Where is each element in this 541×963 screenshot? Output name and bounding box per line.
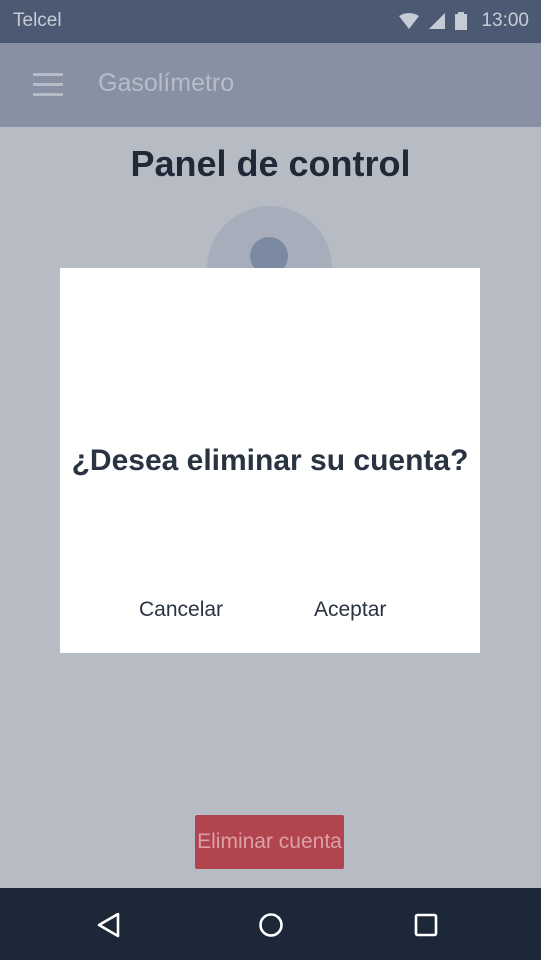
home-icon[interactable] xyxy=(256,910,286,940)
battery-icon xyxy=(455,12,468,30)
signal-icon xyxy=(429,13,446,29)
recents-icon[interactable] xyxy=(411,910,441,940)
cancel-button[interactable]: Cancelar xyxy=(139,598,223,622)
page-title: Panel de control xyxy=(130,143,411,184)
navigation-bar xyxy=(0,888,541,960)
status-icons: 13:00 xyxy=(399,8,529,34)
hamburger-menu-icon[interactable] xyxy=(33,73,63,97)
status-time: 13:00 xyxy=(481,10,529,31)
carrier-label: Telcel xyxy=(13,10,62,31)
app-bar: Gasolímetro xyxy=(0,43,541,127)
dialog-message: ¿Desea eliminar su cuenta? xyxy=(71,444,469,477)
app-title: Gasolímetro xyxy=(98,69,235,97)
wifi-icon xyxy=(399,13,420,29)
back-icon[interactable] xyxy=(94,910,124,940)
delete-account-button[interactable]: Eliminar cuenta xyxy=(195,815,344,869)
accept-button[interactable]: Aceptar xyxy=(314,598,386,622)
confirm-dialog: ¿Desea eliminar su cuenta? Cancelar Acep… xyxy=(60,268,480,653)
status-bar: Telcel 13:00 xyxy=(0,0,541,43)
